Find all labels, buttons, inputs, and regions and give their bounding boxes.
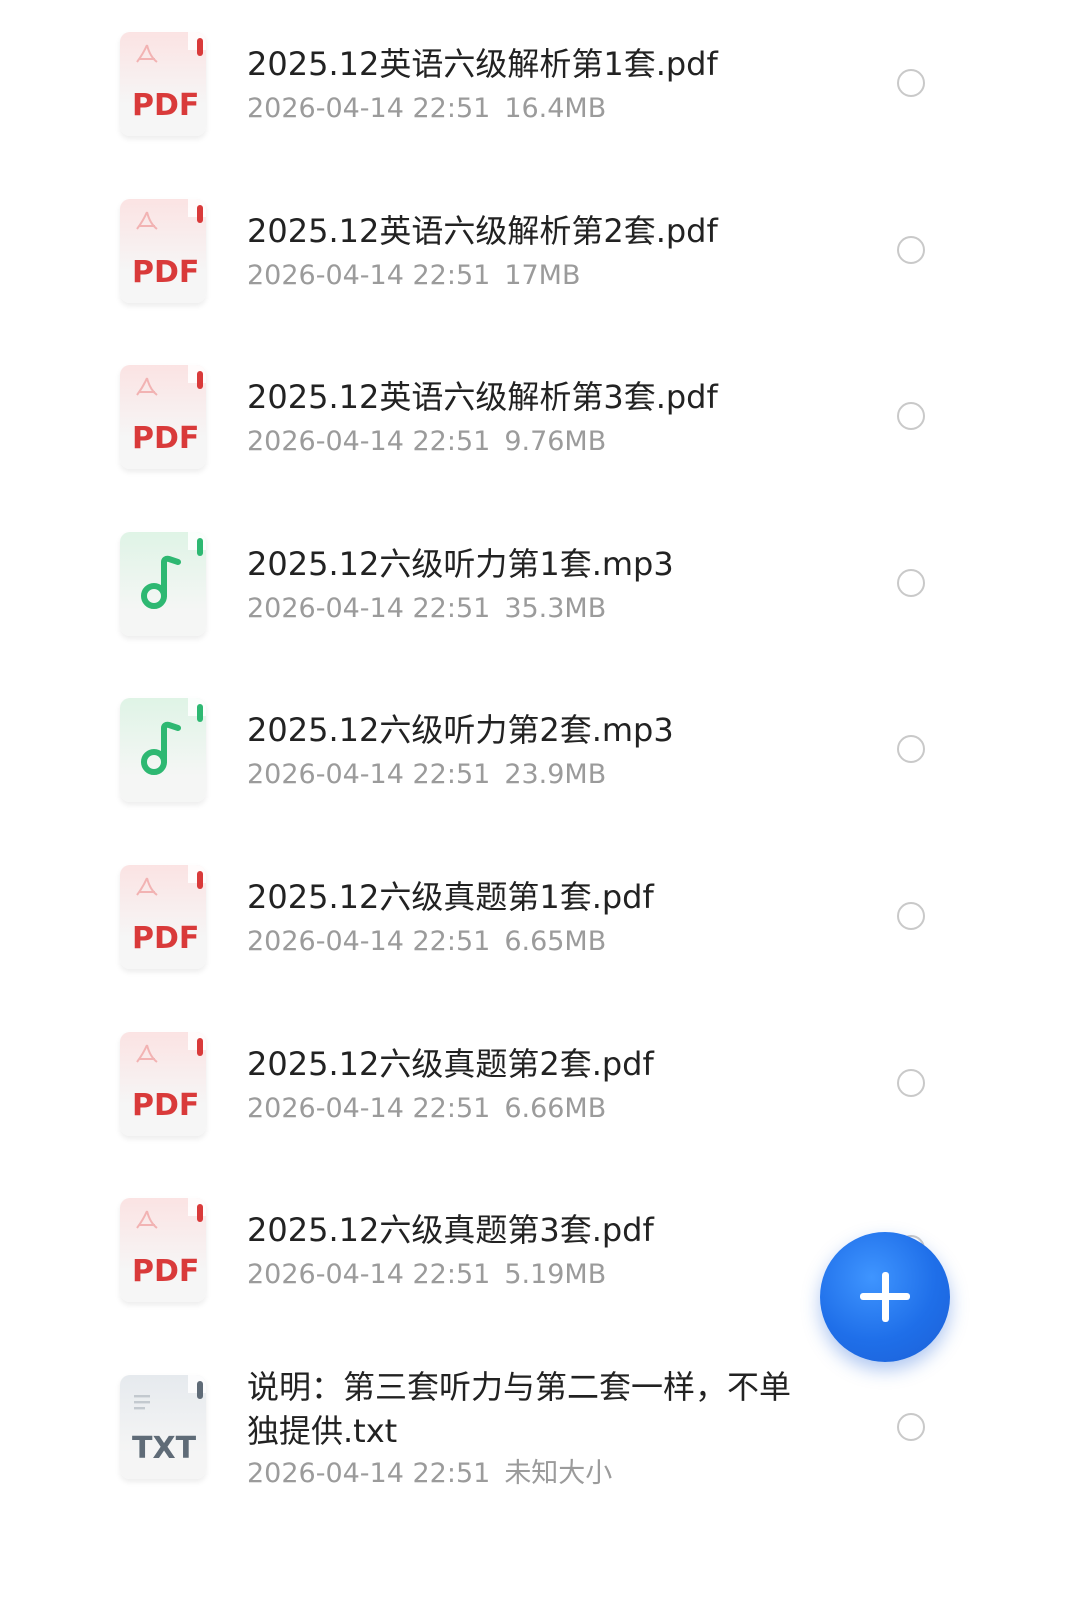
file-meta: 2026-04-14 22:51 9.76MB bbox=[247, 425, 606, 459]
select-radio[interactable] bbox=[897, 902, 925, 930]
pdf-icon: PDF bbox=[120, 199, 206, 303]
file-meta: 2026-04-14 22:51 未知大小 bbox=[247, 1457, 612, 1491]
file-type-label: PDF bbox=[132, 88, 200, 123]
file-size: 6.65MB bbox=[504, 926, 607, 957]
file-meta: 2026-04-14 22:51 35.3MB bbox=[247, 592, 606, 626]
file-row[interactable]: PDF 2025.12英语六级解析第1套.pdf 2026-04-14 22:5… bbox=[0, 32, 1070, 192]
file-row[interactable]: PDF 2025.12六级真题第1套.pdf 2026-04-14 22:51 6… bbox=[0, 865, 1070, 1025]
music-note-icon bbox=[120, 698, 206, 802]
file-meta: 2026-04-14 22:51 5.19MB bbox=[247, 1258, 606, 1292]
file-meta: 2026-04-14 22:51 6.66MB bbox=[247, 1092, 606, 1126]
add-button[interactable] bbox=[820, 1232, 950, 1362]
file-name: 2025.12六级真题第1套.pdf bbox=[247, 878, 654, 916]
file-name: 2025.12六级听力第1套.mp3 bbox=[247, 545, 674, 583]
pdf-icon: PDF bbox=[120, 1198, 206, 1302]
file-name: 2025.12英语六级解析第3套.pdf bbox=[247, 378, 718, 416]
select-radio[interactable] bbox=[897, 735, 925, 763]
file-date: 2026-04-14 22:51 bbox=[247, 426, 491, 457]
file-name: 2025.12英语六级解析第2套.pdf bbox=[247, 212, 718, 250]
file-date: 2026-04-14 22:51 bbox=[247, 926, 491, 957]
file-size: 5.19MB bbox=[504, 1259, 607, 1290]
select-radio[interactable] bbox=[897, 236, 925, 264]
file-meta: 2026-04-14 22:51 17MB bbox=[247, 259, 581, 293]
file-date: 2026-04-14 22:51 bbox=[247, 1259, 491, 1290]
pdf-icon: PDF bbox=[120, 1032, 206, 1136]
file-row[interactable]: 2025.12六级听力第2套.mp3 2026-04-14 22:51 23.9M… bbox=[0, 698, 1070, 858]
file-type-label: PDF bbox=[132, 1254, 200, 1289]
file-date: 2026-04-14 22:51 bbox=[247, 759, 491, 790]
pdf-icon: PDF bbox=[120, 365, 206, 469]
file-date: 2026-04-14 22:51 bbox=[247, 593, 491, 624]
file-date: 2026-04-14 22:51 bbox=[247, 260, 491, 291]
file-type-label: PDF bbox=[132, 921, 200, 956]
file-name: 说明：第三套听力与第二套一样，不单独提供.txt bbox=[247, 1368, 792, 1450]
select-radio[interactable] bbox=[897, 402, 925, 430]
file-size: 未知大小 bbox=[504, 1458, 613, 1489]
file-size: 17MB bbox=[504, 260, 581, 291]
file-list: PDF 2025.12英语六级解析第1套.pdf 2026-04-14 22:5… bbox=[0, 0, 1070, 1606]
music-note-icon bbox=[120, 532, 206, 636]
select-radio[interactable] bbox=[897, 1069, 925, 1097]
file-row[interactable]: PDF 2025.12英语六级解析第2套.pdf 2026-04-14 22:5… bbox=[0, 199, 1070, 359]
file-size: 9.76MB bbox=[504, 426, 607, 457]
file-name: 2025.12六级听力第2套.mp3 bbox=[247, 711, 674, 749]
file-type-label: PDF bbox=[132, 421, 200, 456]
select-radio[interactable] bbox=[897, 1413, 925, 1441]
file-row[interactable]: PDF 2025.12英语六级解析第3套.pdf 2026-04-14 22:5… bbox=[0, 365, 1070, 525]
file-date: 2026-04-14 22:51 bbox=[247, 1458, 491, 1489]
file-type-label: PDF bbox=[132, 255, 200, 290]
file-name: 2025.12六级真题第2套.pdf bbox=[247, 1045, 654, 1083]
file-type-label: PDF bbox=[132, 1088, 200, 1123]
file-row[interactable]: PDF 2025.12六级真题第2套.pdf 2026-04-14 22:51 6… bbox=[0, 1032, 1070, 1192]
file-date: 2026-04-14 22:51 bbox=[247, 1093, 491, 1124]
file-meta: 2026-04-14 22:51 23.9MB bbox=[247, 758, 606, 792]
file-type-label: TXT bbox=[132, 1431, 197, 1466]
file-date: 2026-04-14 22:51 bbox=[247, 93, 491, 124]
file-size: 35.3MB bbox=[504, 593, 607, 624]
file-size: 23.9MB bbox=[504, 759, 607, 790]
pdf-icon: PDF bbox=[120, 865, 206, 969]
select-radio[interactable] bbox=[897, 569, 925, 597]
file-size: 6.66MB bbox=[504, 1093, 607, 1124]
file-name: 2025.12六级真题第3套.pdf bbox=[247, 1211, 654, 1249]
pdf-icon: PDF bbox=[120, 32, 206, 136]
select-radio[interactable] bbox=[897, 69, 925, 97]
file-size: 16.4MB bbox=[504, 93, 607, 124]
file-meta: 2026-04-14 22:51 6.65MB bbox=[247, 925, 606, 959]
file-row[interactable]: 2025.12六级听力第1套.mp3 2026-04-14 22:51 35.3M… bbox=[0, 532, 1070, 692]
txt-icon: TXT bbox=[120, 1375, 206, 1479]
file-row[interactable]: TXT 说明：第三套听力与第二套一样，不单独提供.txt 2026-04-14 … bbox=[0, 1368, 1070, 1505]
file-name: 2025.12英语六级解析第1套.pdf bbox=[247, 45, 718, 83]
file-meta: 2026-04-14 22:51 16.4MB bbox=[247, 92, 606, 126]
